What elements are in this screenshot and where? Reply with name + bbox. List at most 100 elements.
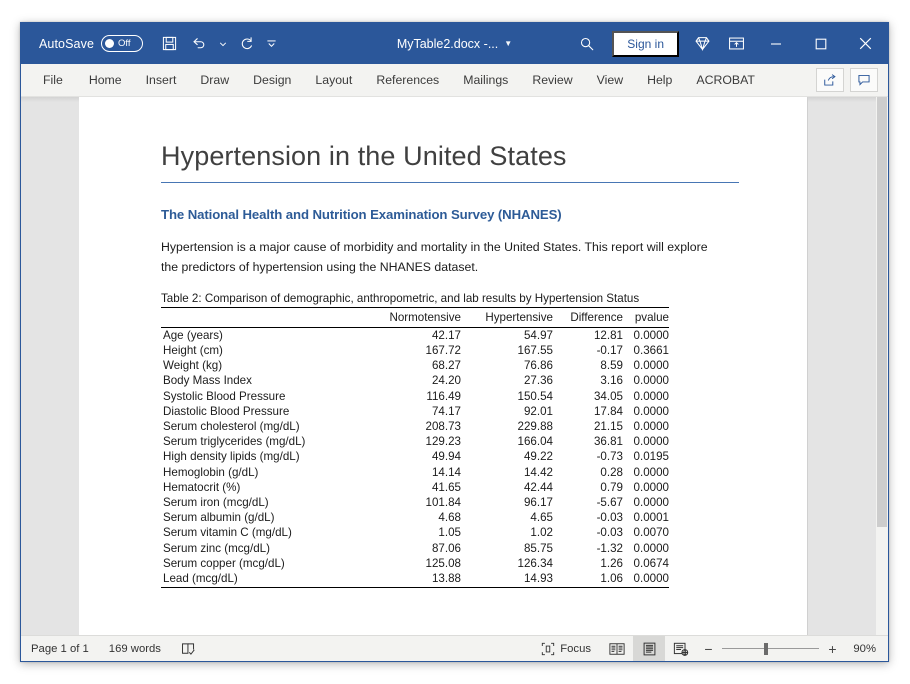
table-caption: Table 2: Comparison of demographic, anth… <box>161 292 669 308</box>
row-label: Hematocrit (%) <box>163 480 241 494</box>
table-row: Lead (mcg/dL) 13.88 14.93 1.06 0.0000 <box>161 570 669 588</box>
redo-icon[interactable] <box>233 30 261 58</box>
close-icon[interactable] <box>843 23 888 64</box>
cell-value: -0.03 <box>596 526 623 540</box>
web-layout-icon[interactable] <box>665 636 697 661</box>
status-left: Page 1 of 1 169 words <box>21 642 206 656</box>
body-paragraph: Hypertension is a major cause of morbidi… <box>161 240 708 274</box>
save-icon[interactable] <box>155 30 183 58</box>
share-icon[interactable] <box>816 68 844 92</box>
cell-value: 27.36 <box>523 374 553 388</box>
diamond-icon[interactable] <box>685 23 719 64</box>
customize-quick-access-icon[interactable] <box>263 30 279 58</box>
autosave-toggle[interactable]: Off <box>101 35 144 52</box>
table-header-row: Normotensive Hypertensive Difference pva… <box>161 307 669 328</box>
table-row: Height (cm) 167.72 167.55 -0.17 0.3661 <box>161 343 669 358</box>
undo-dropdown-icon[interactable] <box>215 30 231 58</box>
title-dropdown-icon[interactable]: ▼ <box>504 39 512 48</box>
cell-value: 1.02 <box>530 526 553 540</box>
cell-value: 4.65 <box>530 511 553 525</box>
zoom-out-button[interactable]: − <box>703 641 714 657</box>
scrollbar-thumb[interactable] <box>877 97 887 527</box>
table-row: Systolic Blood Pressure 116.49 150.54 34.05… <box>161 389 669 404</box>
zoom-slider[interactable] <box>722 642 819 655</box>
cell-value: 0.0000 <box>633 480 669 494</box>
cell-value: -1.32 <box>596 541 623 555</box>
cell-value: 24.20 <box>431 374 461 388</box>
cell-value: -0.03 <box>596 511 623 525</box>
minimize-icon[interactable] <box>753 23 798 64</box>
row-label: Diastolic Blood Pressure <box>163 404 290 418</box>
cell-value: 74.17 <box>431 404 461 418</box>
tab-file[interactable]: File <box>29 67 77 93</box>
tab-help[interactable]: Help <box>635 67 684 93</box>
cell-value: 126.34 <box>517 556 553 570</box>
cell-value: 0.0000 <box>633 404 669 418</box>
cell-value: 42.17 <box>431 328 461 342</box>
table-row: Serum vitamin C (mg/dL) 1.05 1.02 -0.03 0.00… <box>161 525 669 540</box>
table-row: Serum iron (mcg/dL) 101.84 96.17 -5.67 0.000… <box>161 495 669 510</box>
cell-value: 21.15 <box>593 420 623 434</box>
cell-value: 0.0001 <box>633 511 669 525</box>
word-window: AutoSave Off MyTable2.docx -... ▼ Sign i… <box>20 22 889 662</box>
tab-review[interactable]: Review <box>520 67 584 93</box>
cell-value: 150.54 <box>517 389 553 403</box>
cell-value: 3.16 <box>600 374 623 388</box>
cell-value: 76.86 <box>523 359 553 373</box>
table-row: Serum copper (mcg/dL) 125.08 126.34 1.26 0.0… <box>161 556 669 571</box>
document-title-text[interactable]: MyTable2.docx -... <box>397 37 498 51</box>
cell-value: 1.05 <box>438 526 461 540</box>
tab-mailings[interactable]: Mailings <box>451 67 520 93</box>
document-canvas: Hypertension in the United States The Na… <box>21 97 888 635</box>
document-page[interactable]: Hypertension in the United States The Na… <box>79 97 808 635</box>
tab-layout[interactable]: Layout <box>303 67 364 93</box>
print-layout-icon[interactable] <box>633 636 665 661</box>
cell-value: 92.01 <box>523 404 553 418</box>
zoom-slider-thumb[interactable] <box>764 642 768 655</box>
tab-draw[interactable]: Draw <box>188 67 241 93</box>
table-row: Serum zinc (mcg/dL) 87.06 85.75 -1.32 0.0000 <box>161 540 669 555</box>
stats-table-body: Age (years) 42.17 54.97 12.81 0.0000 Height (… <box>161 327 669 588</box>
table-row: Serum cholesterol (mg/dL) 208.73 229.88 21.… <box>161 419 669 434</box>
sign-in-button[interactable]: Sign in <box>612 30 679 57</box>
cell-value: 0.0000 <box>633 495 669 509</box>
tab-insert[interactable]: Insert <box>134 67 189 93</box>
maximize-icon[interactable] <box>798 23 843 64</box>
cell-value: 0.28 <box>600 465 623 479</box>
focus-mode-button[interactable]: Focus <box>531 636 601 661</box>
zoom-in-button[interactable]: + <box>827 641 838 657</box>
comments-icon[interactable] <box>850 68 878 92</box>
cell-value: 0.0000 <box>633 465 669 479</box>
tab-acrobat[interactable]: ACROBAT <box>684 67 767 93</box>
tab-design[interactable]: Design <box>241 67 303 93</box>
page-indicator[interactable]: Page 1 of 1 <box>21 643 99 655</box>
cell-value: 49.94 <box>431 450 461 464</box>
row-label: Lead (mcg/dL) <box>161 570 369 588</box>
search-icon[interactable] <box>568 23 606 64</box>
row-label: Serum triglycerides (mg/dL) <box>163 435 306 449</box>
table-row: Diastolic Blood Pressure 74.17 92.01 17.84 0… <box>161 404 669 419</box>
tab-references[interactable]: References <box>364 67 451 93</box>
row-label: Weight (kg) <box>163 359 223 373</box>
cell-value: 41.65 <box>431 480 461 494</box>
cell-value: 14.42 <box>523 465 553 479</box>
row-label: Serum copper (mcg/dL) <box>163 556 285 570</box>
tab-home[interactable]: Home <box>77 67 134 93</box>
vertical-scrollbar[interactable] <box>876 97 888 635</box>
row-label: Serum albumin (g/dL) <box>163 511 275 525</box>
autosave-control[interactable]: AutoSave Off <box>39 35 144 52</box>
autosave-state: Off <box>118 38 131 49</box>
autosave-label: AutoSave <box>39 36 95 51</box>
table-row: Hemoglobin (g/dL) 14.14 14.42 0.28 0.0000 <box>161 465 669 480</box>
zoom-level[interactable]: 90% <box>846 643 876 655</box>
read-mode-icon[interactable] <box>601 636 633 661</box>
cell-value: 166.04 <box>517 435 553 449</box>
proofing-errors-icon[interactable] <box>171 642 206 656</box>
undo-icon[interactable] <box>185 30 213 58</box>
cell-value: 0.0000 <box>633 420 669 434</box>
tab-view[interactable]: View <box>585 67 635 93</box>
word-count[interactable]: 169 words <box>99 643 171 655</box>
ribbon-display-options-icon[interactable] <box>719 23 753 64</box>
cell-value: 14.93 <box>461 570 553 588</box>
cell-value: 125.08 <box>425 556 461 570</box>
